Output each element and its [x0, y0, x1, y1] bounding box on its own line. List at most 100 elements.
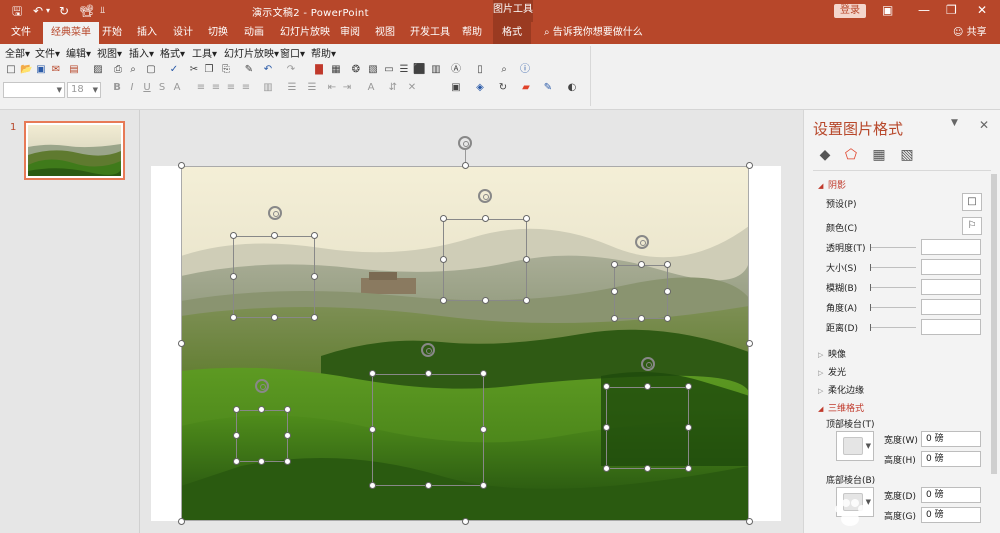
shadow-preset-button[interactable]: □ — [962, 193, 982, 211]
minimize-icon[interactable]: — — [918, 3, 930, 17]
pane-options-icon[interactable]: ▼ — [951, 118, 958, 128]
email-icon[interactable]: ✉ — [50, 64, 62, 76]
rotate-handle-icon[interactable] — [478, 189, 492, 203]
menu-insert[interactable]: 插入▾ — [129, 48, 154, 62]
columns-icon[interactable]: ▥ — [262, 82, 274, 94]
menu-slideshow[interactable]: 幻灯片放映▾ — [224, 48, 279, 62]
resize-handle[interactable] — [482, 297, 489, 304]
share-button[interactable]: ☺ 共享 — [953, 22, 987, 44]
resize-handle[interactable] — [611, 315, 618, 322]
menu-tools[interactable]: 工具▾ — [192, 48, 217, 62]
align-left-icon[interactable]: ≡ — [195, 82, 207, 94]
rotate-handle-icon[interactable] — [458, 136, 472, 150]
top-bevel-picker[interactable]: ▼ — [836, 431, 874, 461]
tab-view[interactable]: 视图 — [375, 22, 395, 44]
cut-icon[interactable]: ✂ — [188, 64, 200, 76]
font-size-increase-icon[interactable]: A — [171, 82, 183, 94]
smartart-icon[interactable]: ❂ — [350, 64, 362, 76]
resize-handle[interactable] — [230, 314, 237, 321]
shape-frame[interactable] — [233, 236, 315, 318]
resize-handle[interactable] — [311, 314, 318, 321]
section-shadow[interactable]: ◢ 阴影 — [818, 178, 846, 191]
resize-handle[interactable] — [611, 288, 618, 295]
top-bevel-height-input[interactable]: 0 磅 — [921, 451, 981, 467]
print-preview-icon[interactable]: ⌕ — [127, 64, 139, 76]
redo-icon[interactable]: ↻ — [59, 3, 69, 19]
resize-handle[interactable] — [369, 482, 376, 489]
resize-handle[interactable] — [178, 518, 185, 525]
resize-handle[interactable] — [685, 383, 692, 390]
distance-input[interactable] — [921, 319, 981, 335]
resize-handle[interactable] — [369, 426, 376, 433]
textbox-icon[interactable]: ▭ — [383, 64, 395, 76]
chart-icon[interactable]: ▇ — [313, 64, 325, 76]
resize-handle[interactable] — [425, 482, 432, 489]
rotate-handle-icon[interactable] — [255, 379, 269, 393]
tab-format[interactable]: 格式 — [493, 22, 531, 44]
resize-handle[interactable] — [603, 424, 610, 431]
resize-handle[interactable] — [440, 215, 447, 222]
tab-design[interactable]: 设计 — [173, 22, 193, 44]
copy-icon[interactable]: ❐ — [203, 64, 215, 76]
size-properties-icon[interactable]: ▦ — [870, 146, 888, 164]
tab-home[interactable]: 开始 — [102, 22, 122, 44]
view-normal-icon[interactable]: ▥ — [430, 64, 442, 76]
spelling-icon[interactable]: ✓ — [168, 64, 180, 76]
resize-handle[interactable] — [233, 458, 240, 465]
resize-handle[interactable] — [523, 215, 530, 222]
font-size-combo[interactable]: 18 ▼ — [67, 82, 101, 98]
resize-handle[interactable] — [523, 297, 530, 304]
underline-icon[interactable]: U — [141, 82, 153, 94]
resize-handle[interactable] — [440, 297, 447, 304]
resize-handle[interactable] — [284, 432, 291, 439]
shape-frame[interactable] — [236, 410, 288, 462]
effects-icon[interactable]: ◐ — [566, 82, 578, 94]
menu-edit[interactable]: 编辑▾ — [66, 48, 91, 62]
export-pdf-icon[interactable]: ▤ — [68, 64, 80, 76]
resize-handle[interactable] — [746, 518, 753, 525]
shape-frame[interactable] — [443, 219, 527, 301]
menu-window[interactable]: 窗口▾ — [280, 48, 305, 62]
new-icon[interactable]: □ — [5, 64, 17, 76]
resize-handle[interactable] — [369, 370, 376, 377]
undo-dropdown-icon[interactable]: ▾ — [46, 3, 50, 19]
resize-handle[interactable] — [311, 273, 318, 280]
italic-icon[interactable]: I — [126, 82, 138, 94]
rotate-handle-icon[interactable] — [421, 343, 435, 357]
font-name-combo[interactable]: ▼ — [3, 82, 65, 98]
resize-handle[interactable] — [284, 458, 291, 465]
shape-callout-icon[interactable]: ▯ — [474, 64, 486, 76]
shape-fill-icon[interactable]: ◈ — [474, 82, 486, 94]
resize-handle[interactable] — [233, 432, 240, 439]
decrease-indent-icon[interactable]: ⇤ — [326, 82, 338, 94]
section-reflection[interactable]: ▷ 映像 — [818, 347, 846, 360]
bold-icon[interactable]: B — [111, 82, 123, 94]
resize-handle[interactable] — [611, 261, 618, 268]
resize-handle[interactable] — [523, 256, 530, 263]
strikethrough-icon[interactable]: S — [156, 82, 168, 94]
resize-handle[interactable] — [664, 261, 671, 268]
tab-animations[interactable]: 动画 — [244, 22, 264, 44]
save-icon[interactable]: ▣ — [35, 64, 47, 76]
resize-handle[interactable] — [746, 162, 753, 169]
tell-me-search[interactable]: ⌕ 告诉我你想要做什么 — [544, 22, 643, 44]
picture-icon[interactable]: ▧ — [898, 146, 916, 164]
bullets-icon[interactable]: ☰ — [286, 82, 298, 94]
resize-handle[interactable] — [664, 288, 671, 295]
customize-icon[interactable]: ⫫ — [100, 3, 105, 19]
transparency-slider[interactable] — [870, 244, 916, 251]
align-right-icon[interactable]: ≡ — [225, 82, 237, 94]
resize-handle[interactable] — [311, 232, 318, 239]
paint-bucket-icon[interactable]: ▰ — [520, 82, 532, 94]
menu-format[interactable]: 格式▾ — [160, 48, 185, 62]
resize-handle[interactable] — [480, 426, 487, 433]
restore-icon[interactable]: ❐ — [946, 3, 957, 17]
resize-handle[interactable] — [230, 273, 237, 280]
permission-icon[interactable]: ▨ — [92, 64, 104, 76]
undo-icon[interactable]: ↶ — [262, 64, 274, 76]
tab-developer[interactable]: 开发工具 — [410, 22, 450, 44]
angle-input[interactable] — [921, 299, 981, 315]
outline-icon[interactable]: ✎ — [542, 82, 554, 94]
size-input[interactable] — [921, 259, 981, 275]
format-painter-icon[interactable]: ✎ — [243, 64, 255, 76]
